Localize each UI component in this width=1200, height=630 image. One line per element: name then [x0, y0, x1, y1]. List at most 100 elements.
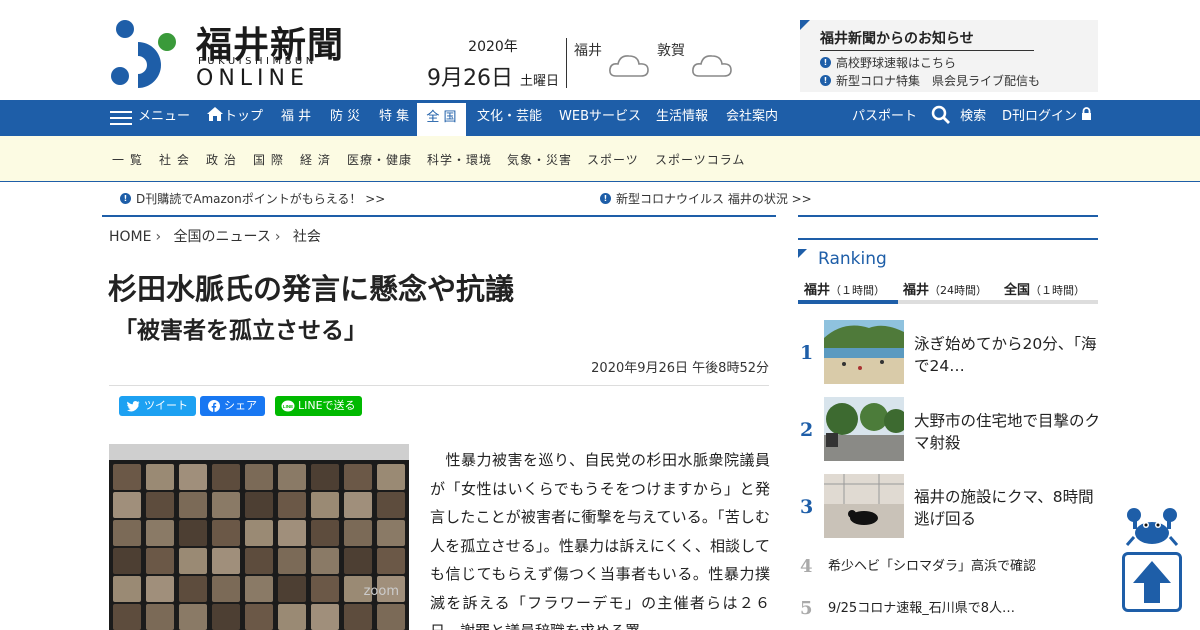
participant-tile	[278, 576, 306, 602]
participant-tile	[212, 464, 240, 490]
notice-text: 新型コロナ特集 県会見ライブ配信も	[836, 74, 1041, 88]
participant-tile	[113, 548, 141, 574]
logo-text-online: ONLINE	[196, 66, 309, 91]
line-icon: LINE	[281, 400, 295, 411]
participant-tile	[278, 520, 306, 546]
breadcrumb-society[interactable]: 社会	[293, 229, 321, 245]
site-header: 福井新聞 FUKUISHIMBUN ONLINE 2020年 9月26日 土曜日…	[0, 0, 1200, 100]
cloud-icon	[692, 55, 732, 77]
participant-tile	[278, 548, 306, 574]
tweet-button[interactable]: ツイート	[119, 396, 196, 416]
subnav-kokusai[interactable]: 国 際	[253, 151, 284, 168]
nav-kaisha[interactable]: 会社案内	[726, 100, 778, 136]
rank-headline[interactable]: 大野市の住宅地で目撃のクマ射殺	[914, 410, 1104, 454]
nav-fukui[interactable]: 福 井	[281, 100, 311, 136]
participant-tile	[179, 576, 207, 602]
hamburger-icon[interactable]	[110, 111, 132, 125]
subnav-keizai[interactable]: 経 済	[300, 151, 331, 168]
participant-tile	[113, 520, 141, 546]
logo-mark-icon	[111, 20, 176, 88]
ticker-link-1[interactable]: ! D刊購読でAmazonポイントがもらえる！ >>	[120, 190, 385, 207]
tab-period: （24時間）	[929, 284, 988, 297]
facebook-share-button[interactable]: シェア	[200, 396, 265, 416]
subnav-seiji[interactable]: 政 治	[206, 151, 237, 168]
rank-number: 4	[800, 556, 813, 577]
bear-image	[824, 474, 904, 538]
participant-tile	[377, 604, 405, 630]
participant-tile	[377, 464, 405, 490]
participant-tile	[377, 520, 405, 546]
participant-tile	[146, 604, 174, 630]
rank-headline[interactable]: 9/25コロナ速報_石川県で8人…	[828, 598, 1098, 620]
tab-period: （１時間）	[1030, 284, 1086, 297]
tab-label: 福井	[903, 283, 930, 298]
subnav-sports[interactable]: スポーツ	[587, 151, 639, 168]
participant-tile	[377, 548, 405, 574]
page: { "header": { "logo_jp": "福井新聞", "logo_e…	[0, 0, 1200, 630]
weather-city: 敦賀	[657, 43, 685, 59]
participant-tile	[344, 464, 372, 490]
page-top-button[interactable]	[1122, 552, 1182, 612]
rank-headline[interactable]: 希少ヘビ「シロマダラ」高浜で確認	[828, 556, 1098, 578]
participant-tile	[212, 604, 240, 630]
rank-thumbnail[interactable]	[824, 320, 904, 384]
rank-thumbnail[interactable]	[824, 397, 904, 461]
date-month-day: 9月26日	[426, 66, 513, 91]
nav-passport[interactable]: パスポート	[852, 100, 917, 136]
rank-headline[interactable]: 泳ぎ始めてから20分、「海で24…	[914, 333, 1104, 377]
nav-tokushu[interactable]: 特 集	[379, 100, 409, 136]
subnav-iryou[interactable]: 医療・健康	[347, 151, 412, 168]
lock-icon	[1082, 107, 1092, 120]
rank-headline[interactable]: 福井の施設にクマ、8時間逃げ回る	[914, 486, 1104, 530]
subnav-ichiran[interactable]: 一 覧	[112, 151, 143, 168]
nav-top[interactable]: トップ	[206, 100, 263, 136]
subnav-kishou[interactable]: 気象・災害	[507, 151, 572, 168]
sub-nav: 一 覧 社 会 政 治 国 際 経 済 医療・健康 科学・環境 気象・災害 スポ…	[0, 136, 1200, 182]
nav-login[interactable]: D刊ログイン	[1002, 100, 1092, 136]
participant-tile	[245, 464, 273, 490]
weather-fukui[interactable]: 福井	[574, 40, 649, 77]
notice-link-1[interactable]: ! 高校野球速報はこちら	[820, 54, 956, 71]
ticker-text: 新型コロナウイルス 福井の状況 >>	[616, 192, 812, 206]
divider	[798, 215, 1098, 217]
ranking-tab-zenkoku-1h[interactable]: 全国（１時間）	[1004, 279, 1085, 298]
participant-tile	[311, 604, 339, 630]
info-icon: !	[120, 193, 131, 204]
participant-tile	[212, 576, 240, 602]
breadcrumb-national[interactable]: 全国のニュース	[174, 229, 271, 245]
corner-mark	[800, 20, 810, 30]
twitter-icon	[127, 400, 140, 411]
nav-menu[interactable]: メニュー	[138, 100, 190, 136]
nav-bousai[interactable]: 防 災	[330, 100, 360, 136]
video-conference-image	[109, 460, 409, 630]
site-logo[interactable]: 福井新聞 FUKUISHIMBUN ONLINE	[108, 16, 368, 94]
nav-web[interactable]: WEBサービス	[559, 100, 641, 136]
participant-tile	[212, 520, 240, 546]
participant-tile	[146, 464, 174, 490]
notice-link-2[interactable]: ! 新型コロナ特集 県会見ライブ配信も	[820, 72, 1040, 89]
ranking-tab-fukui-24h[interactable]: 福井（24時間）	[903, 279, 987, 298]
participant-tile	[146, 548, 174, 574]
nav-bunka[interactable]: 文化・芸能	[477, 100, 542, 136]
weather-city: 福井	[574, 43, 602, 59]
subnav-kagaku[interactable]: 科学・環境	[427, 151, 492, 168]
nav-search[interactable]: 検索	[931, 100, 986, 136]
nav-seikatsu[interactable]: 生活情報	[656, 100, 708, 136]
article-body: 性暴力被害を巡り、自民党の杉田水脈衆院議員が「女性はいくらでもうそをつけますから…	[430, 451, 770, 630]
ranking-tab-fukui-1h[interactable]: 福井（１時間）	[804, 279, 885, 298]
date-weekday: 土曜日	[519, 74, 559, 89]
subnav-shakai[interactable]: 社 会	[159, 151, 190, 168]
participant-tile	[245, 520, 273, 546]
weather-tsuruga[interactable]: 敦賀	[657, 40, 732, 77]
participant-tile	[311, 464, 339, 490]
article-subtitle: 「被害者を孤立させる」	[114, 318, 367, 344]
ranking-title: Ranking	[818, 249, 887, 269]
breadcrumb-home[interactable]: HOME	[109, 229, 151, 245]
article-photo[interactable]: zoom	[109, 444, 409, 630]
subnav-sports-column[interactable]: スポーツコラム	[655, 151, 745, 168]
svg-text:LINE: LINE	[283, 404, 293, 409]
rank-thumbnail[interactable]	[824, 474, 904, 538]
ticker-link-2[interactable]: ! 新型コロナウイルス 福井の状況 >>	[600, 190, 812, 207]
nav-zenkoku[interactable]: 全 国	[417, 100, 466, 136]
line-share-button[interactable]: LINE LINEで送る	[275, 396, 362, 416]
